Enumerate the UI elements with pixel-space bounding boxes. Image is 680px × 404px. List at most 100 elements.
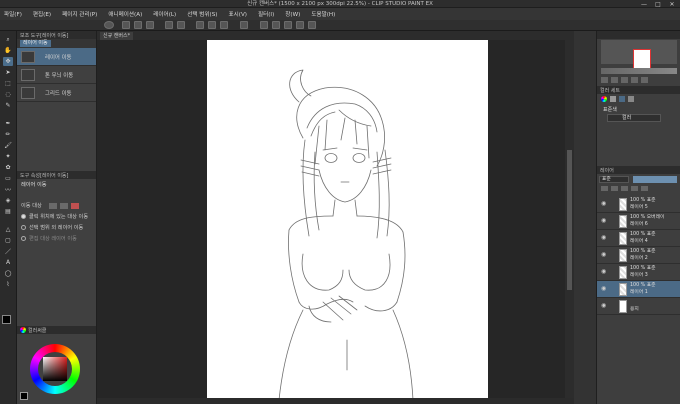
layer-row[interactable]: ◉ 100 % 표준 레이어 3 bbox=[597, 264, 680, 281]
rotate-icon[interactable] bbox=[631, 77, 638, 83]
saturation-value-square[interactable] bbox=[43, 357, 67, 381]
hue-ring[interactable] bbox=[30, 344, 80, 394]
canvas-vertical-scrollbar[interactable] bbox=[565, 40, 574, 404]
menu-window[interactable]: 창(W) bbox=[285, 10, 300, 18]
brush-tool-icon[interactable]: 🖌 bbox=[3, 141, 13, 150]
eye-icon[interactable]: ◉ bbox=[601, 252, 607, 258]
zoom-tool-icon[interactable]: ⌕ bbox=[3, 35, 13, 44]
ruler-tool-icon[interactable]: ／ bbox=[3, 247, 13, 256]
clear-outside-icon[interactable] bbox=[208, 21, 216, 29]
layer-row[interactable]: ◉ 100 % 표준 레이어 4 bbox=[597, 230, 680, 247]
menu-page[interactable]: 페이지 관리(P) bbox=[62, 10, 97, 18]
undo-icon[interactable] bbox=[165, 21, 173, 29]
open-file-icon[interactable] bbox=[134, 21, 142, 29]
correct-line-tool-icon[interactable]: ⌇ bbox=[3, 280, 13, 289]
redo-icon[interactable] bbox=[177, 21, 185, 29]
pen-tool-icon[interactable]: ✒ bbox=[3, 119, 13, 128]
menu-file[interactable]: 파일(F) bbox=[4, 10, 22, 18]
new-file-icon[interactable] bbox=[122, 21, 130, 29]
grid-target-icon[interactable] bbox=[70, 202, 79, 209]
eye-icon[interactable]: ◉ bbox=[601, 269, 607, 275]
canvas-tab[interactable]: 신규 캔버스* bbox=[100, 32, 134, 40]
snap-ruler-icon[interactable] bbox=[296, 21, 304, 29]
maximize-button[interactable]: □ bbox=[652, 0, 664, 8]
frame-tool-icon[interactable]: ▢ bbox=[3, 236, 13, 245]
operation-tool-icon[interactable]: ➤ bbox=[3, 68, 13, 77]
canvas-paper[interactable] bbox=[207, 40, 488, 404]
zoom-in-icon[interactable] bbox=[601, 77, 608, 83]
main-sub-color-icon[interactable] bbox=[2, 315, 15, 328]
figure-tool-icon[interactable]: △ bbox=[3, 225, 13, 234]
menu-animation[interactable]: 애니메이션(A) bbox=[108, 10, 142, 18]
subtool-item-layer-move[interactable]: 레이어 이동 bbox=[17, 48, 96, 66]
fill-tool-icon[interactable]: ◈ bbox=[3, 196, 13, 205]
blend-tool-icon[interactable]: 〰 bbox=[3, 185, 13, 194]
eye-icon[interactable]: ◉ bbox=[601, 201, 607, 207]
lock-layer-icon[interactable] bbox=[621, 186, 628, 191]
app-logo-icon[interactable] bbox=[104, 21, 114, 29]
radio-click-position[interactable]: 클릭 위치에 있는 대상 이동 bbox=[17, 211, 96, 222]
clear-icon[interactable] bbox=[196, 21, 204, 29]
minimize-button[interactable]: — bbox=[638, 0, 650, 8]
layer-row-paper[interactable]: ◉ 용지 bbox=[597, 298, 680, 315]
save-icon[interactable] bbox=[146, 21, 154, 29]
text-tool-icon[interactable]: A bbox=[3, 258, 13, 267]
main-color-swatch[interactable] bbox=[20, 392, 28, 400]
tone-target-icon[interactable] bbox=[59, 202, 68, 209]
blend-mode-select[interactable]: 표준 bbox=[599, 176, 629, 183]
layer-row[interactable]: ◉ 100 % 오버레이 레이어 6 bbox=[597, 213, 680, 230]
pencil-tool-icon[interactable]: ✏ bbox=[3, 130, 13, 139]
selection-show-icon[interactable] bbox=[284, 21, 292, 29]
menu-filter[interactable]: 필터(I) bbox=[258, 10, 274, 18]
zoom-out-icon[interactable] bbox=[611, 77, 618, 83]
fill-icon[interactable] bbox=[220, 21, 228, 29]
menu-layer[interactable]: 레이어(L) bbox=[153, 10, 176, 18]
color-wheel-tab-icon[interactable] bbox=[20, 327, 26, 333]
color-wheel-icon[interactable] bbox=[601, 96, 607, 102]
menu-edit[interactable]: 편집(E) bbox=[33, 10, 51, 18]
subtool-tab[interactable]: 레이어 이동 bbox=[20, 40, 51, 47]
clip-layer-icon[interactable] bbox=[601, 186, 608, 191]
balloon-tool-icon[interactable]: ◯ bbox=[3, 269, 13, 278]
navigator-preview[interactable] bbox=[601, 40, 677, 69]
layer-target-icon[interactable] bbox=[48, 202, 57, 209]
eye-icon[interactable]: ◉ bbox=[601, 218, 607, 224]
hand-tool-icon[interactable]: ✋ bbox=[3, 46, 13, 55]
intermediate-color-icon[interactable] bbox=[628, 96, 634, 102]
colorset-dropdown[interactable]: 컬러 bbox=[607, 114, 661, 122]
lasso-tool-icon[interactable]: ◌ bbox=[3, 90, 13, 99]
subtool-item-tone-move[interactable]: 톤 무늬 이동 bbox=[17, 66, 96, 84]
reference-layer-icon[interactable] bbox=[611, 186, 618, 191]
transform-icon[interactable] bbox=[240, 21, 248, 29]
invert-selection-icon[interactable] bbox=[272, 21, 280, 29]
fit-screen-icon[interactable] bbox=[621, 77, 628, 83]
close-button[interactable]: ✕ bbox=[666, 0, 678, 8]
menu-view[interactable]: 표시(V) bbox=[228, 10, 246, 18]
gradient-tool-icon[interactable]: ▤ bbox=[3, 207, 13, 216]
eye-icon[interactable]: ◉ bbox=[601, 286, 607, 292]
menu-selection[interactable]: 선택 범위(S) bbox=[187, 10, 217, 18]
snap-grid-icon[interactable] bbox=[308, 21, 316, 29]
mask-icon[interactable] bbox=[641, 186, 648, 191]
selection-tool-icon[interactable]: ⬚ bbox=[3, 79, 13, 88]
eyedropper-tool-icon[interactable]: ✎ bbox=[3, 101, 13, 110]
radio-outside-selection[interactable]: 선택 범위 외 레이어 이동 bbox=[17, 222, 96, 233]
color-set-icon[interactable] bbox=[619, 96, 625, 102]
eye-icon[interactable]: ◉ bbox=[601, 235, 607, 241]
opacity-slider[interactable] bbox=[633, 176, 677, 183]
layer-row-selected[interactable]: ◉ 100 % 표준 레이어 1 bbox=[597, 281, 680, 298]
decoration-tool-icon[interactable]: ✿ bbox=[3, 163, 13, 172]
airbrush-tool-icon[interactable]: ✦ bbox=[3, 152, 13, 161]
eraser-tool-icon[interactable]: ▭ bbox=[3, 174, 13, 183]
subtool-item-grid-move[interactable]: 그리드 이동 bbox=[17, 84, 96, 102]
color-slider-icon[interactable] bbox=[610, 96, 616, 102]
zoom-slider[interactable] bbox=[601, 68, 677, 74]
layer-row[interactable]: ◉ 100 % 표준 레이어 2 bbox=[597, 247, 680, 264]
move-tool-icon[interactable]: ✥ bbox=[3, 57, 13, 66]
flip-icon[interactable] bbox=[641, 77, 648, 83]
lock-alpha-icon[interactable] bbox=[631, 186, 638, 191]
deselect-icon[interactable] bbox=[260, 21, 268, 29]
eye-icon[interactable]: ◉ bbox=[601, 303, 607, 309]
radio-edit-target[interactable]: 편집 대상 레이어 이동 bbox=[17, 233, 96, 244]
menu-help[interactable]: 도움말(H) bbox=[311, 10, 335, 18]
